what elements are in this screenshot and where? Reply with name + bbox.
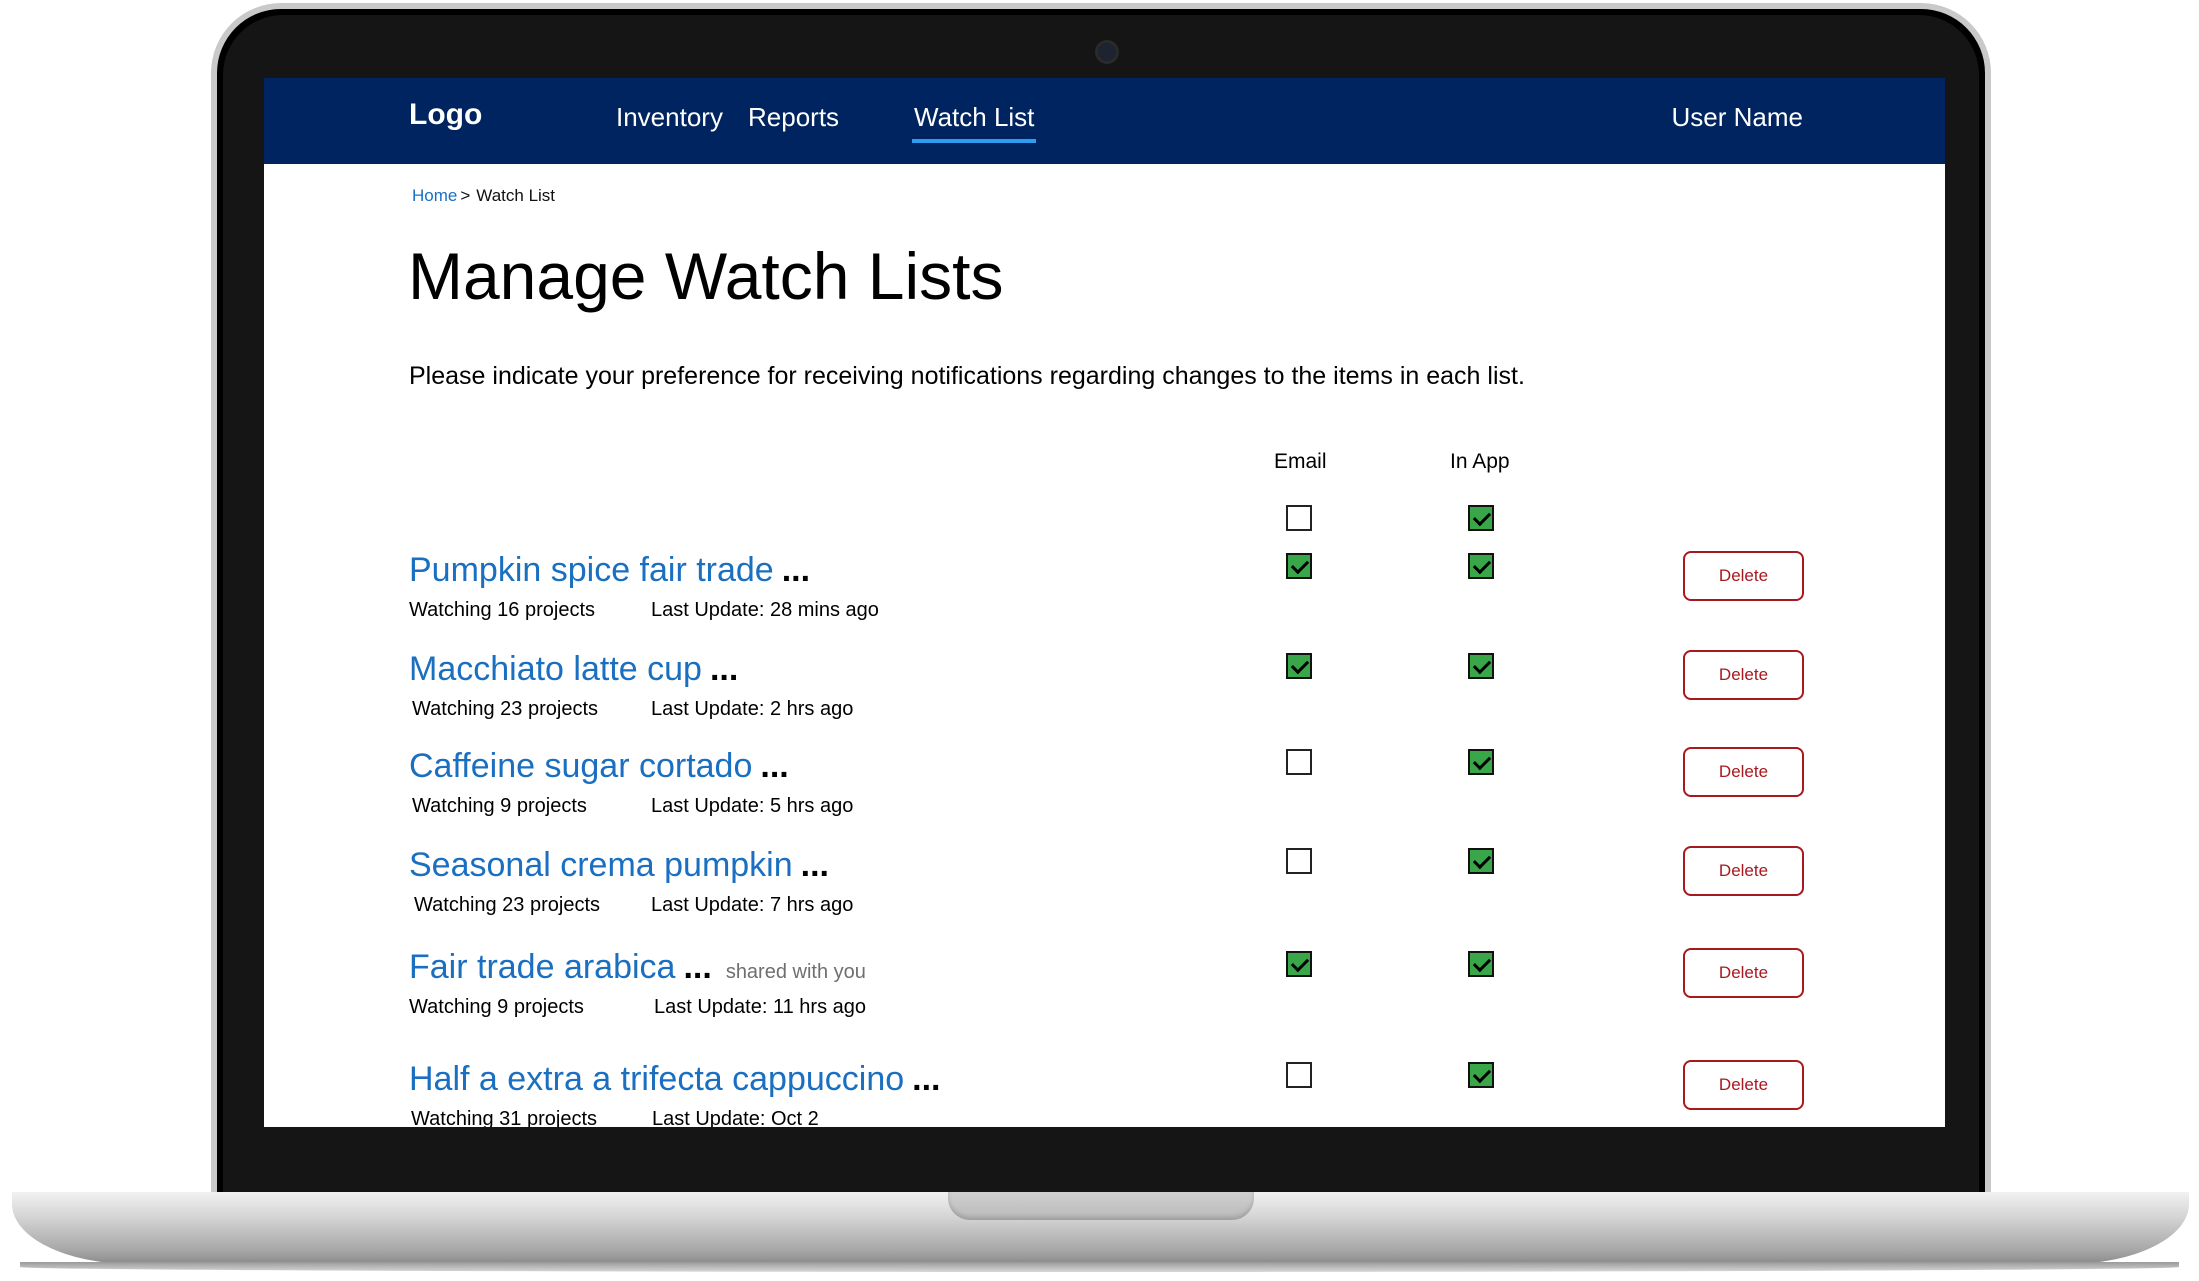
app-screen: Logo Inventory Reports Watch List User N…	[264, 78, 1945, 1127]
logo[interactable]: Logo	[409, 98, 482, 132]
delete-button[interactable]: Delete	[1683, 948, 1804, 998]
watch-list-title: Half a extra a trifecta cappuccino...	[409, 1060, 941, 1099]
delete-button[interactable]: Delete	[1683, 650, 1804, 700]
watch-list-row: Fair trade arabica... shared with you Watc…	[264, 948, 1945, 1038]
in-app-notification-checkbox[interactable]	[1468, 848, 1494, 874]
email-notification-checkbox[interactable]	[1286, 553, 1312, 579]
delete-button[interactable]: Delete	[1683, 551, 1804, 601]
watching-count: Watching 31 projects	[411, 1108, 598, 1127]
watch-list-row: Pumpkin spice fair trade... Watching 16 p…	[264, 551, 1945, 641]
checkmark-icon	[1290, 953, 1310, 973]
more-options-ellipsis[interactable]: ...	[801, 846, 829, 884]
checkmark-icon	[1472, 555, 1492, 575]
top-navbar: Logo Inventory Reports Watch List User N…	[264, 78, 1945, 164]
delete-button[interactable]: Delete	[1683, 846, 1804, 896]
last-update: Last Update: 11 hrs ago	[654, 996, 866, 1018]
user-menu[interactable]: User Name	[1672, 102, 1803, 133]
last-update: Last Update: 2 hrs ago	[651, 698, 854, 720]
watch-list-title: Macchiato latte cup...	[409, 650, 738, 689]
breadcrumb-home-link[interactable]: Home	[412, 186, 457, 205]
checkmark-icon	[1290, 555, 1310, 575]
more-options-ellipsis[interactable]: ...	[760, 747, 788, 785]
watch-list-row: Seasonal crema pumpkin... Watching 23 pro…	[264, 846, 1945, 936]
email-notification-checkbox[interactable]	[1286, 653, 1312, 679]
watch-list-link[interactable]: Fair trade arabica	[409, 948, 675, 986]
watch-list-link[interactable]: Caffeine sugar cortado	[409, 747, 752, 785]
watching-count: Watching 9 projects	[412, 795, 587, 817]
intro-text: Please indicate your preference for rece…	[409, 362, 1525, 390]
shared-badge: shared with you	[725, 961, 866, 983]
email-notification-checkbox[interactable]	[1286, 749, 1312, 775]
in-app-notification-checkbox[interactable]	[1468, 653, 1494, 679]
checkmark-icon	[1472, 850, 1492, 870]
checkmark-icon	[1472, 655, 1492, 675]
more-options-ellipsis[interactable]: ...	[683, 948, 711, 986]
watch-list-link[interactable]: Half a extra a trifecta cappuccino	[409, 1060, 904, 1098]
more-options-ellipsis[interactable]: ...	[912, 1060, 940, 1098]
column-header-in-app: In App	[1450, 450, 1510, 473]
watching-count: Watching 16 projects	[409, 599, 596, 621]
watching-count: Watching 23 projects	[414, 894, 601, 916]
laptop-notch	[948, 1192, 1254, 1220]
last-update: Last Update: 5 hrs ago	[651, 795, 854, 817]
select-all-email-checkbox[interactable]	[1286, 505, 1312, 531]
nav-item-reports[interactable]: Reports	[748, 102, 839, 133]
watch-list-link[interactable]: Pumpkin spice fair trade	[409, 551, 774, 589]
in-app-notification-checkbox[interactable]	[1468, 553, 1494, 579]
page-title: Manage Watch Lists	[408, 239, 1004, 313]
checkmark-icon	[1290, 655, 1310, 675]
checkmark-icon	[1472, 953, 1492, 973]
watch-list-title: Seasonal crema pumpkin...	[409, 846, 829, 885]
watch-list-row: Caffeine sugar cortado... Watching 9 proj…	[264, 747, 1945, 837]
delete-button[interactable]: Delete	[1683, 1060, 1804, 1110]
in-app-notification-checkbox[interactable]	[1468, 1062, 1494, 1088]
watching-count: Watching 23 projects	[412, 698, 599, 720]
watch-list-title: Caffeine sugar cortado...	[409, 747, 789, 786]
nav-item-inventory[interactable]: Inventory	[616, 102, 723, 133]
breadcrumb-current: Watch List	[476, 186, 556, 205]
nav-item-watch-list[interactable]: Watch List	[911, 102, 1037, 143]
email-notification-checkbox[interactable]	[1286, 1062, 1312, 1088]
more-options-ellipsis[interactable]: ...	[782, 551, 810, 589]
watch-list-link[interactable]: Seasonal crema pumpkin	[409, 846, 793, 884]
email-notification-checkbox[interactable]	[1286, 951, 1312, 977]
select-all-in-app-checkbox[interactable]	[1468, 505, 1494, 531]
column-header-email: Email	[1274, 450, 1327, 473]
breadcrumb: Home > Watch List	[412, 186, 555, 206]
watch-list-row: Macchiato latte cup... Watching 23 projec…	[264, 650, 1945, 740]
laptop-base-edge	[20, 1262, 2179, 1272]
webcam-icon	[1095, 40, 1119, 64]
checkmark-icon	[1472, 507, 1492, 527]
watch-list-row: Half a extra a trifecta cappuccino... Wat…	[264, 1060, 1945, 1127]
in-app-notification-checkbox[interactable]	[1468, 749, 1494, 775]
email-notification-checkbox[interactable]	[1286, 848, 1312, 874]
watch-list-title: Fair trade arabica... shared with you	[409, 948, 866, 987]
last-update: Last Update: 28 mins ago	[651, 599, 879, 621]
checkmark-icon	[1472, 1064, 1492, 1084]
breadcrumb-separator: >	[460, 186, 471, 205]
checkmark-icon	[1472, 751, 1492, 771]
delete-button[interactable]: Delete	[1683, 747, 1804, 797]
watching-count: Watching 9 projects	[409, 996, 584, 1018]
watch-list-link[interactable]: Macchiato latte cup	[409, 650, 702, 688]
in-app-notification-checkbox[interactable]	[1468, 951, 1494, 977]
watch-list-title: Pumpkin spice fair trade...	[409, 551, 810, 590]
last-update: Last Update: Oct 2	[652, 1108, 819, 1127]
last-update: Last Update: 7 hrs ago	[651, 894, 854, 916]
more-options-ellipsis[interactable]: ...	[710, 650, 738, 688]
